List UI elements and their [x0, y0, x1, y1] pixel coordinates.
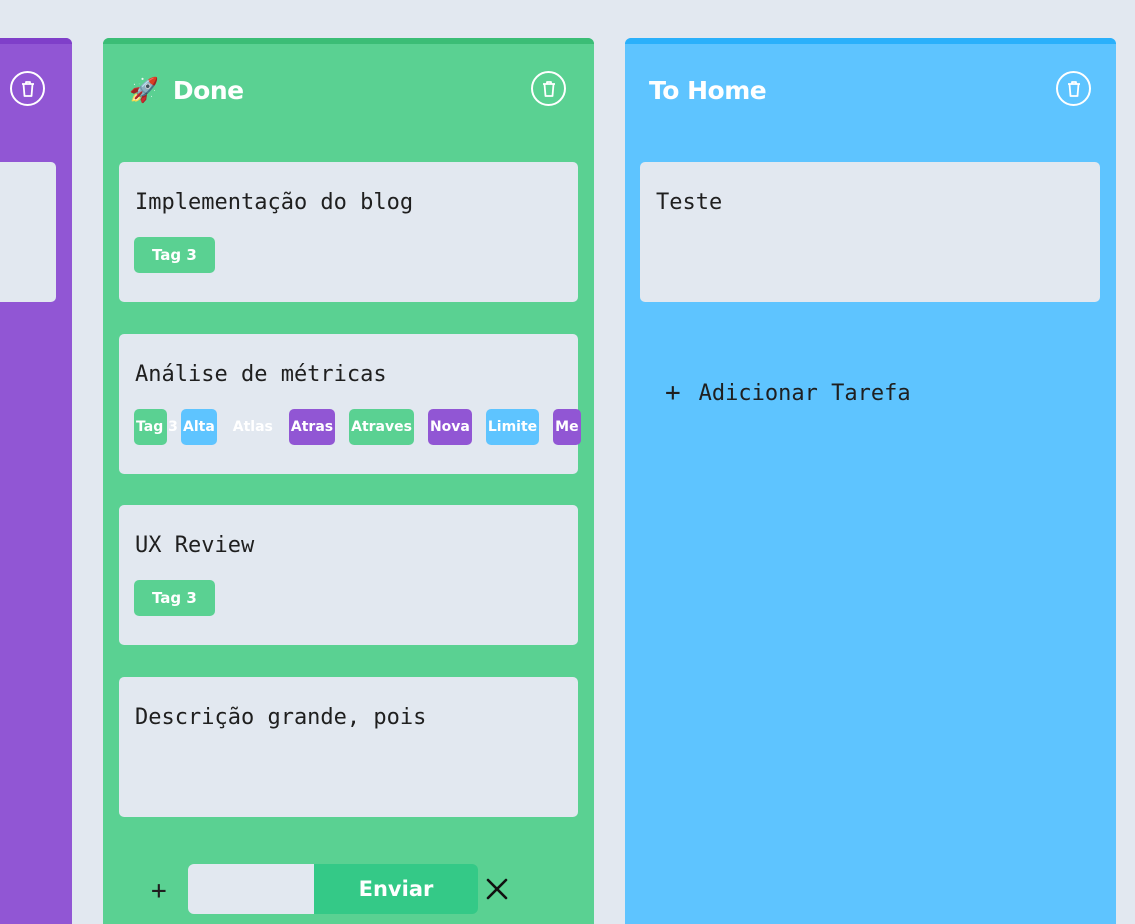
- tag-list: Tag 3: [134, 580, 215, 616]
- task-card[interactable]: Implementação do blog Tag 3: [119, 162, 578, 302]
- delete-column-button[interactable]: [10, 71, 45, 106]
- task-title: Análise de métricas: [135, 362, 387, 387]
- tag-badge: Nova: [427, 409, 472, 445]
- send-button[interactable]: Enviar: [314, 864, 478, 914]
- tag-badge: Alta: [181, 409, 217, 445]
- task-title: Implementação do blog: [135, 190, 414, 215]
- rocket-icon: 🚀: [129, 76, 159, 104]
- task-card[interactable]: Teste: [640, 162, 1100, 302]
- delete-column-button[interactable]: [1056, 71, 1091, 106]
- trash-icon: [1067, 80, 1080, 97]
- column-done: 🚀 Done Implementação do blog Tag 3 Análi…: [103, 38, 594, 924]
- tag-badge: Atras: [288, 409, 336, 445]
- new-task-input[interactable]: [188, 864, 314, 914]
- add-task-button[interactable]: + Adicionar Tarefa: [665, 380, 911, 406]
- tag-badge: Tag 3: [134, 237, 215, 273]
- column-purple: [0, 38, 72, 924]
- trash-icon: [21, 80, 34, 97]
- tag-badge: Me: [553, 409, 581, 445]
- task-card[interactable]: UX Review Tag 3: [119, 505, 578, 645]
- plus-icon: +: [151, 876, 167, 906]
- tag-badge: Atlas: [232, 419, 273, 435]
- tag-list: Tag 3 Alta Atlas Atras Atraves Nova Limi…: [134, 409, 581, 445]
- column-title[interactable]: Done: [173, 76, 244, 105]
- column-header: To Home: [649, 72, 1094, 108]
- column-header: 🚀 Done: [129, 72, 572, 108]
- tag-badge: Tag 3: [134, 580, 215, 616]
- kanban-board: 🚀 Done Implementação do blog Tag 3 Análi…: [0, 0, 1135, 924]
- tag-badge: Limite: [485, 409, 540, 445]
- column-title[interactable]: To Home: [649, 76, 767, 105]
- tag-list: Tag 3: [134, 237, 215, 273]
- task-card[interactable]: [0, 162, 56, 302]
- task-title: Descrição grande, pois: [135, 705, 427, 730]
- tag-badge: Atraves: [349, 409, 414, 445]
- column-to-home: To Home Teste + Adicionar Tarefa: [625, 38, 1116, 924]
- task-card[interactable]: Análise de métricas Tag 3 Alta Atlas Atr…: [119, 334, 581, 474]
- task-card[interactable]: Descrição grande, pois: [119, 677, 578, 817]
- delete-column-button[interactable]: [531, 71, 566, 106]
- task-title: Teste: [656, 190, 723, 215]
- plus-icon: +: [665, 378, 681, 408]
- task-title: UX Review: [135, 533, 255, 558]
- tag-badge: Tag 3: [134, 409, 178, 445]
- add-task-label: Adicionar Tarefa: [698, 380, 911, 406]
- trash-icon: [542, 80, 555, 97]
- close-icon[interactable]: [482, 874, 512, 904]
- new-task-form: + Enviar: [103, 864, 594, 924]
